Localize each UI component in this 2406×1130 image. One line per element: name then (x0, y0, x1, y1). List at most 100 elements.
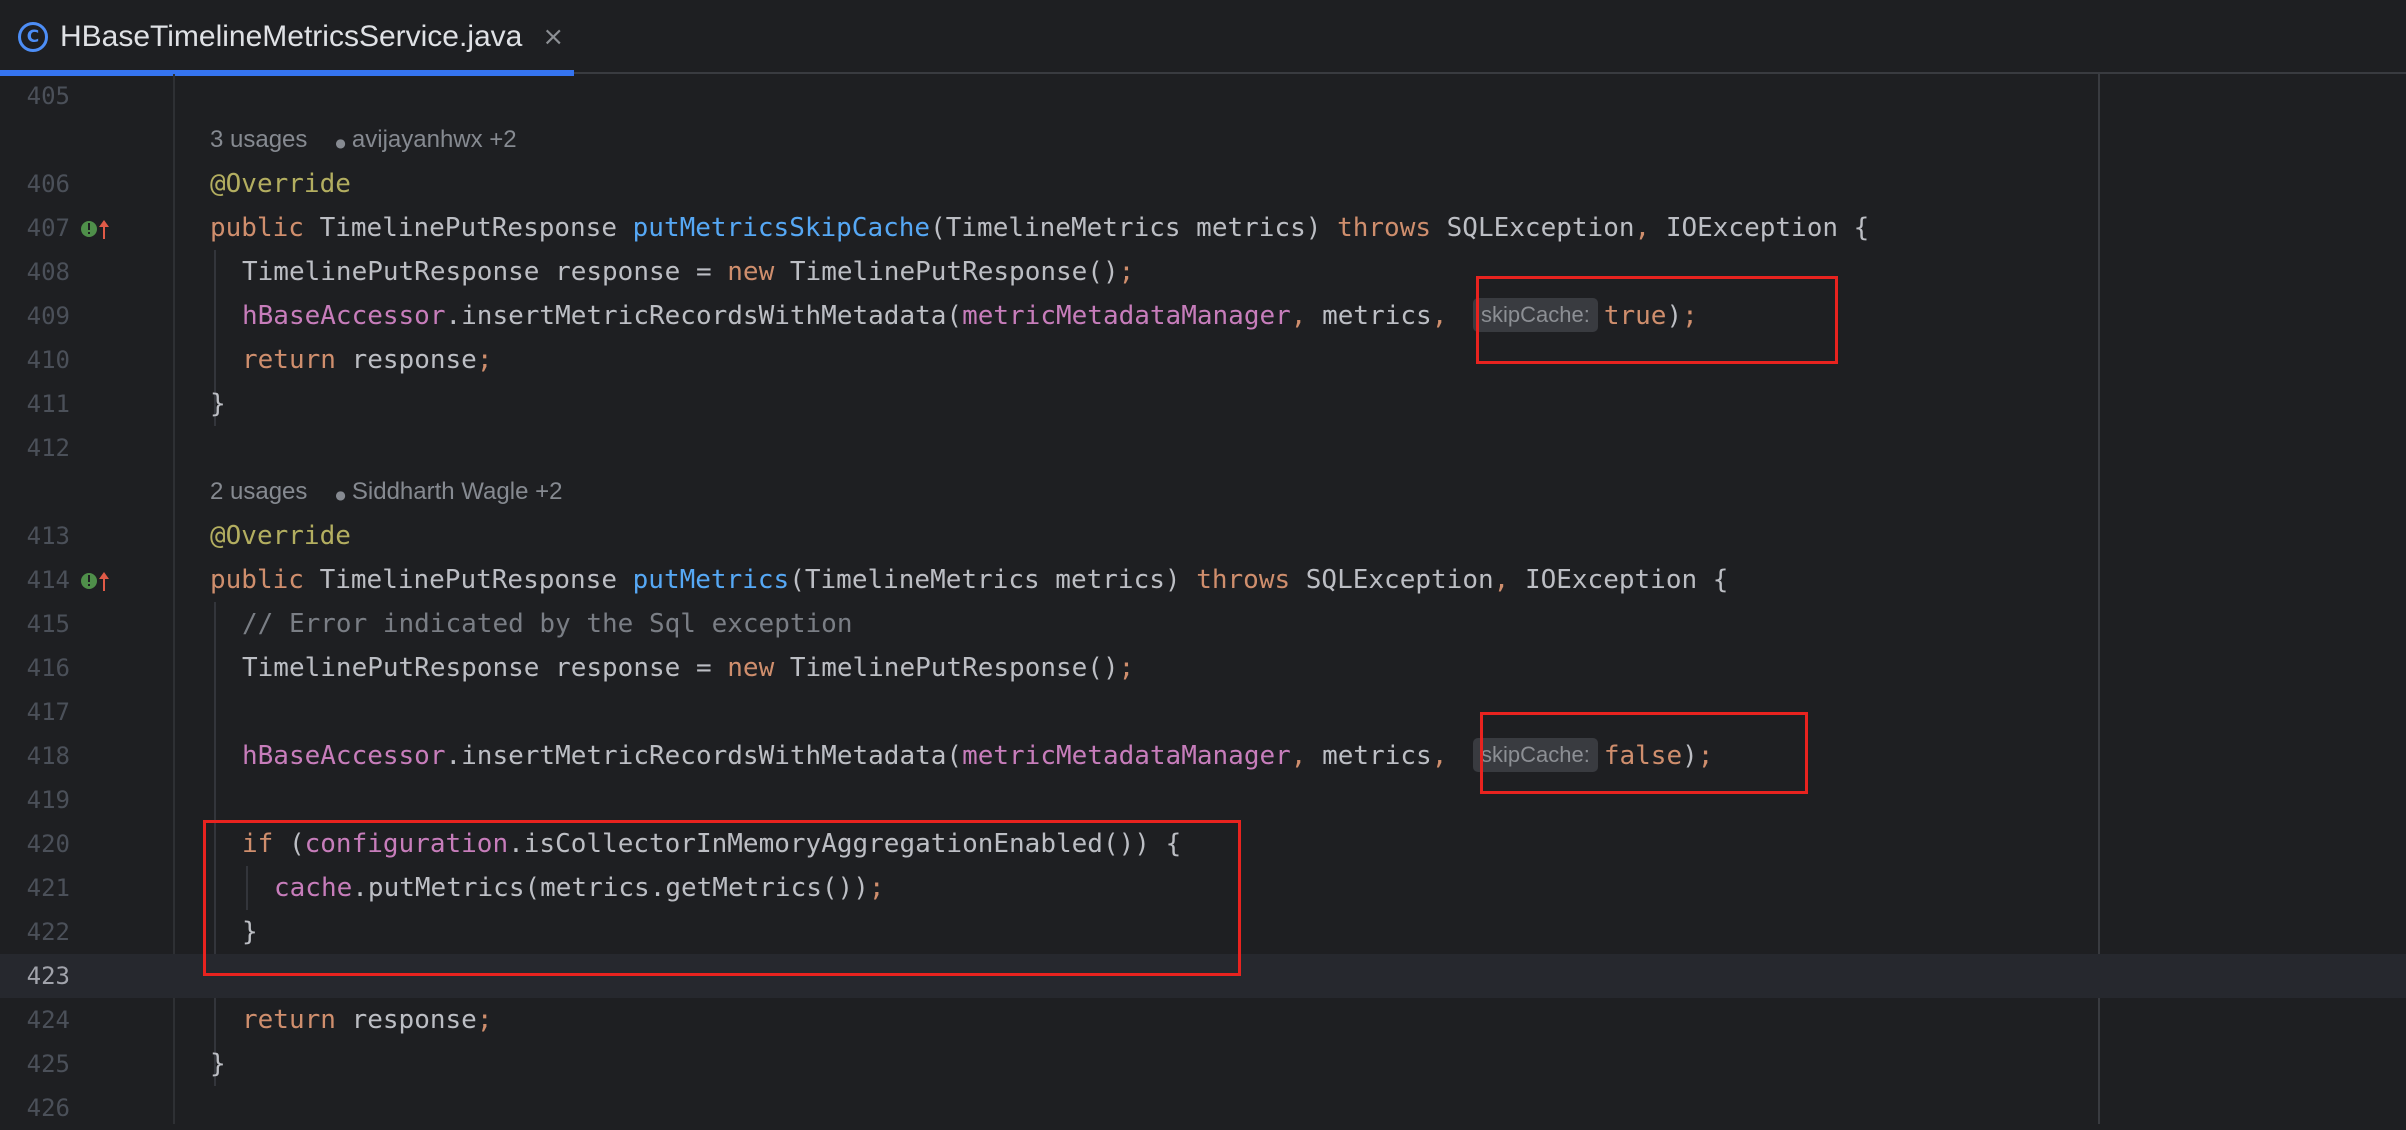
code-text: @Override (210, 162, 351, 206)
code-token: @Override (210, 169, 351, 199)
file-tab[interactable]: C HBaseTimelineMetricsService.java × (0, 0, 574, 76)
code-line: 405 (0, 74, 2406, 118)
code-token: ; (476, 1005, 493, 1035)
code-token: TimelinePutResponse response = (242, 653, 728, 683)
code-text: } (210, 1042, 226, 1086)
class-icon: C (18, 22, 48, 52)
code-line: 413 @Override (0, 514, 2406, 558)
line-number: 415 (26, 610, 70, 638)
code-token: ; (476, 345, 493, 375)
line-number: 426 (26, 1094, 70, 1122)
line-number: 416 (26, 654, 70, 682)
code-line: 408 TimelinePutResponse response = new Ti… (0, 250, 2406, 294)
code-token: (TimelineMetrics metrics) (789, 565, 1197, 595)
code-line: 412 (0, 426, 2406, 470)
line-number: 405 (26, 82, 70, 110)
code-text: @Override (210, 514, 351, 558)
code-token: metricMetadataManager (962, 741, 1291, 771)
code-token: metrics (1322, 301, 1432, 331)
code-token: (TimelineMetrics metrics) (930, 213, 1338, 243)
code-token: response (351, 1005, 477, 1035)
line-number: 407 (26, 214, 70, 242)
code-line: 409 hBaseAccessor.insertMetricRecordsWith… (0, 294, 2406, 338)
line-number: 406 (26, 170, 70, 198)
code-token: , (1634, 213, 1666, 243)
code-token: return (242, 1005, 352, 1035)
code-text: TimelinePutResponse response = new Timel… (242, 250, 1134, 294)
code-token: } (210, 1049, 226, 1079)
line-number: 412 (26, 434, 70, 462)
code-token: IOException { (1665, 213, 1870, 243)
close-icon[interactable]: × (542, 22, 564, 52)
code-line: 419 (0, 778, 2406, 822)
code-token: public (210, 213, 320, 243)
code-text: return response; (242, 338, 492, 382)
code-token: public (210, 565, 320, 595)
code-token: metricMetadataManager (962, 301, 1291, 331)
code-token: TimelinePutResponse (319, 213, 633, 243)
person-icon: ● (335, 136, 346, 150)
code-token: TimelinePutResponse() (789, 653, 1119, 683)
highlight-box-aggregation-block (203, 820, 1241, 976)
line-number: 424 (26, 1006, 70, 1034)
implements-override-icon[interactable] (80, 216, 120, 242)
code-line: 406 @Override (0, 162, 2406, 206)
code-text: // Error indicated by the Sql exception (242, 602, 852, 646)
code-vision-hint[interactable]: 3 usages ● avijayanhwx +2 (0, 118, 2406, 162)
line-number: 417 (26, 698, 70, 726)
code-token: IOException { (1524, 565, 1729, 595)
line-number: 413 (26, 522, 70, 550)
code-line: 426 (0, 1086, 2406, 1130)
implements-override-icon[interactable] (80, 568, 120, 594)
code-token: .insertMetricRecordsWithMetadata( (445, 741, 963, 771)
code-line: 416 TimelinePutResponse response = new Ti… (0, 646, 2406, 690)
code-token: metrics (1322, 741, 1432, 771)
code-line: 410 return response; (0, 338, 2406, 382)
code-line: 417 (0, 690, 2406, 734)
code-text: public TimelinePutResponse putMetrics(Ti… (210, 558, 1728, 602)
author-name[interactable]: Siddharth Wagle +2 (352, 478, 563, 505)
code-token: SQLException (1305, 565, 1494, 595)
code-token: ; (1118, 653, 1135, 683)
code-token: ; (1118, 257, 1135, 287)
code-token: , (1493, 565, 1525, 595)
line-number: 422 (26, 918, 70, 946)
code-token: new (727, 653, 790, 683)
line-number: 410 (26, 346, 70, 374)
code-token: TimelinePutResponse response = (242, 257, 728, 287)
line-number: 423 (26, 962, 70, 990)
code-line: 411} (0, 382, 2406, 426)
line-number: 414 (26, 566, 70, 594)
code-line: 407 public TimelinePutResponse putMetrics… (0, 206, 2406, 250)
usages-count[interactable]: 3 usages (210, 126, 307, 153)
line-number: 421 (26, 874, 70, 902)
code-token: , (1290, 301, 1323, 331)
highlight-box-skipcache-false (1480, 712, 1808, 794)
code-token: putMetricsSkipCache (632, 213, 931, 243)
line-number: 418 (26, 742, 70, 770)
code-line: 415 // Error indicated by the Sql excepti… (0, 602, 2406, 646)
code-token: return (242, 345, 352, 375)
code-text: return response; (242, 998, 492, 1042)
line-number: 419 (26, 786, 70, 814)
author-name[interactable]: avijayanhwx +2 (352, 126, 517, 153)
code-token: new (727, 257, 790, 287)
code-token: // Error indicated by the Sql exception (242, 609, 853, 639)
usages-count[interactable]: 2 usages (210, 478, 307, 505)
code-token: TimelinePutResponse (319, 565, 633, 595)
line-number: 425 (26, 1050, 70, 1078)
code-token: hBaseAccessor (242, 741, 446, 771)
code-editor[interactable]: 405 3 usages ● avijayanhwx +2 406 @Override 40… (0, 74, 2406, 1124)
code-vision-hint[interactable]: 2 usages ● Siddharth Wagle +2 (0, 470, 2406, 514)
editor-tab-bar: C HBaseTimelineMetricsService.java × (0, 0, 2406, 76)
code-text: public TimelinePutResponse putMetricsSki… (210, 206, 1869, 250)
line-number: 420 (26, 830, 70, 858)
line-number: 411 (26, 390, 70, 418)
code-text: TimelinePutResponse response = new Timel… (242, 646, 1134, 690)
code-token: } (210, 389, 226, 419)
code-token: .insertMetricRecordsWithMetadata( (445, 301, 963, 331)
code-line: 425} (0, 1042, 2406, 1086)
code-token: hBaseAccessor (242, 301, 446, 331)
person-icon: ● (335, 488, 346, 502)
line-number: 408 (26, 258, 70, 286)
